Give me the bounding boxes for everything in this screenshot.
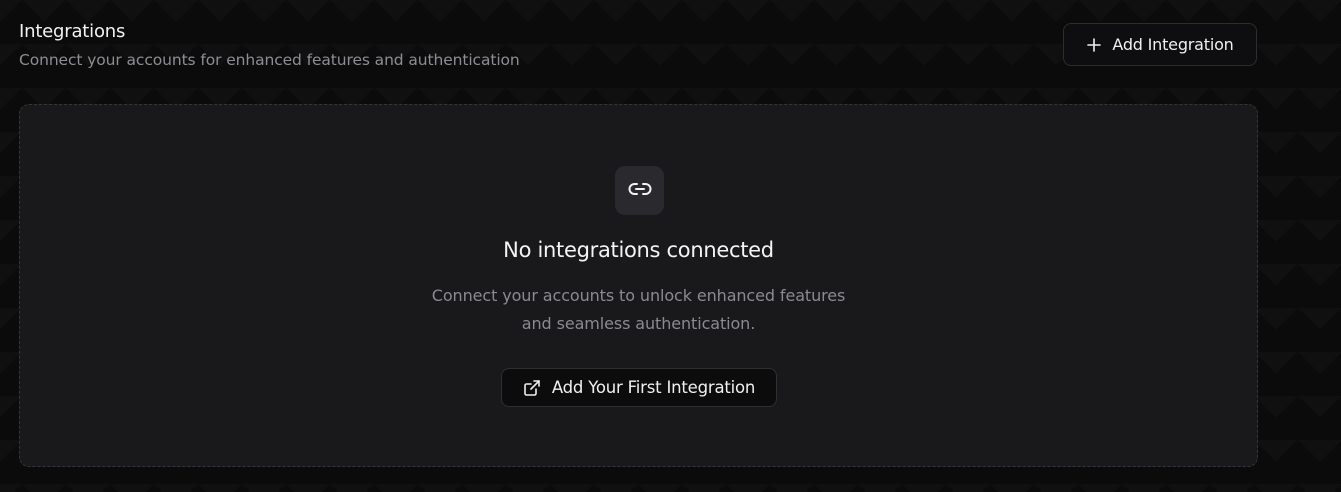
add-integration-label: Add Integration [1112,35,1234,54]
external-link-icon [523,379,541,397]
page-title: Integrations [19,21,126,42]
empty-state-description: Connect your accounts to unlock enhanced… [431,286,846,333]
empty-state-panel: No integrations connected Connect your a… [19,104,1258,467]
add-integration-button[interactable]: Add Integration [1063,23,1257,66]
link-icon [626,175,654,207]
page-header: Integrations Connect your accounts for e… [19,20,520,71]
empty-state-icon-tile [615,166,664,215]
add-first-integration-button[interactable]: Add Your First Integration [501,368,777,407]
empty-state-title: No integrations connected [503,238,774,262]
add-first-integration-label: Add Your First Integration [551,378,756,397]
page-subtitle: Connect your accounts for enhanced featu… [19,51,520,69]
plus-icon [1086,37,1102,53]
